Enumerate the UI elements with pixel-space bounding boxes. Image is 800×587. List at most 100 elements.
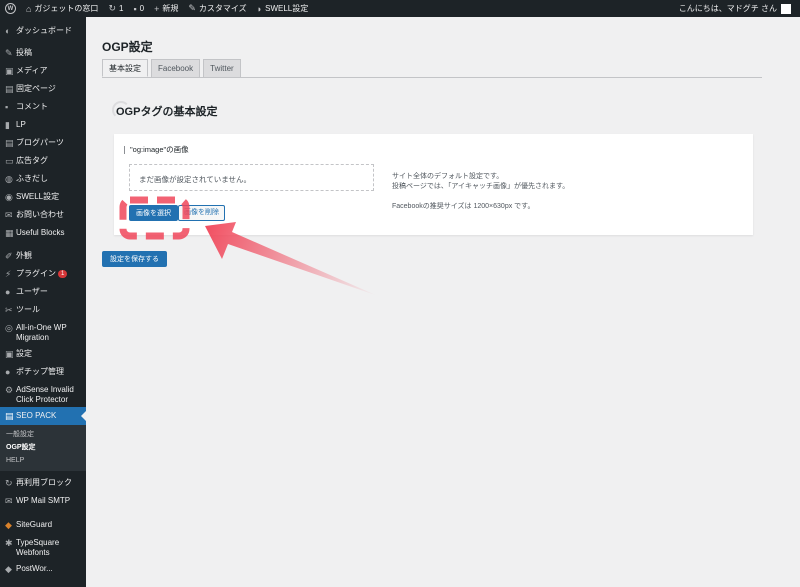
sidebar-item-posts[interactable]: ✎ 投稿 (0, 44, 86, 62)
sidebar-item-adsense[interactable]: ⚙ AdSense Invalid Click Protector (0, 381, 86, 407)
sidebar-item-label: All-in-One WP Migration (16, 323, 67, 342)
new-label: 新規 (162, 4, 179, 13)
sidebar-item-tools[interactable]: ✂ ツール (0, 301, 86, 319)
sidebar-item-label: PostWor... (16, 564, 53, 573)
sidebar-item-label: Useful Blocks (16, 228, 65, 237)
description-line: Facebookの推奨サイズは 1200×630px です。 (392, 203, 535, 210)
sidebar-item-label: 再利用ブロック (16, 478, 72, 487)
updates-icon: ↻ (108, 3, 116, 13)
lp-icon: ▮ (5, 120, 10, 130)
updates-count: 1 (118, 4, 124, 13)
sidebar-item-wp-mail-smtp[interactable]: ✉ WP Mail SMTP (0, 492, 86, 510)
sidebar-item-users[interactable]: ● ユーザー (0, 283, 86, 301)
plugin-update-badge: 1 (58, 269, 68, 278)
plugin-icon: ⚡ (5, 269, 12, 279)
sidebar-item-typesquare[interactable]: ✱ TypeSquare Webfonts (0, 534, 86, 560)
swell-settings-icon: ◉ (5, 192, 13, 202)
sidebar-item-label: WP Mail SMTP (16, 496, 71, 505)
og-image-panel: "og:image"の画像 まだ画像が設定されていません。 画像を選択 画像を削… (114, 134, 753, 235)
settings-icon: ▣ (5, 349, 14, 359)
swell-settings-menu[interactable]: ◗ SWELL設定 (252, 0, 314, 17)
mail-icon: ✉ (5, 496, 13, 506)
delete-image-button[interactable]: 画像を削除 (178, 205, 225, 221)
account-menu[interactable]: こんにちは、マドグチ さん (674, 0, 800, 17)
sidebar-item-label: コメント (16, 102, 48, 111)
sidebar-item-migration[interactable]: ◎ All-in-One WP Migration (0, 319, 86, 345)
pin-icon: ✎ (5, 48, 13, 58)
siteguard-icon: ◆ (5, 520, 12, 530)
sidebar-item-siteguard[interactable]: ◆ SiteGuard (0, 516, 86, 534)
tab-twitter[interactable]: Twitter (203, 59, 241, 77)
sidebar-item-lp[interactable]: ▮ LP (0, 116, 86, 134)
sidebar-item-seo-pack[interactable]: ▤ SEO PACK (0, 407, 86, 425)
sidebar-item-label: ユーザー (16, 287, 48, 296)
sidebar-item-label: 広告タグ (16, 156, 48, 165)
migration-icon: ◎ (5, 323, 13, 333)
sidebar-item-plugins[interactable]: ⚡ プラグイン 1 (0, 265, 86, 283)
wp-logo-menu[interactable]: W (0, 0, 21, 17)
balloon-icon: ◍ (5, 174, 13, 184)
users-icon: ● (5, 287, 11, 297)
sidebar-item-media[interactable]: ▣ メディア (0, 62, 86, 80)
sidebar-item-label: 固定ページ (16, 84, 56, 93)
plus-icon: + (154, 3, 160, 14)
sidebar-item-label: 外観 (16, 251, 32, 260)
sidebar-item-contact[interactable]: ✉ お問い合わせ (0, 206, 86, 224)
tab-facebook[interactable]: Facebook (151, 59, 201, 77)
greeting: こんにちは、マドグチ さん (678, 4, 777, 13)
swell-icon: ◗ (256, 3, 263, 14)
sidebar-item-appearance[interactable]: ✐ 外観 (0, 247, 86, 265)
select-image-button[interactable]: 画像を選択 (129, 205, 178, 221)
comments-menu[interactable]: ▪ 0 (128, 0, 149, 17)
avatar (781, 3, 791, 14)
blocks-icon: ▦ (5, 228, 14, 238)
sidebar-item-label: ダッシュボード (16, 26, 72, 35)
updates-menu[interactable]: ↻ 1 (103, 0, 128, 17)
sidebar-item-label: ポチップ管理 (16, 367, 64, 376)
submenu-help[interactable]: HELP (0, 454, 86, 467)
sidebar-item-settings[interactable]: ▣ 設定 (0, 345, 86, 363)
sidebar-item-blog-parts[interactable]: ▤ ブログパーツ (0, 134, 86, 152)
sidebar-item-swell-settings[interactable]: ◉ SWELL設定 (0, 188, 86, 206)
wordpress-logo-icon: W (5, 3, 16, 14)
description-line: 投稿ページでは、「アイキャッチ画像」が優先されます。 (392, 183, 570, 190)
new-content-menu[interactable]: + 新規 (149, 0, 183, 17)
pochipp-icon: ● (5, 367, 11, 377)
tab-divider (102, 77, 762, 78)
customize-menu[interactable]: ✎ カスタマイズ (183, 0, 251, 17)
sidebar-item-label: AdSense Invalid Click Protector (16, 385, 74, 404)
sidebar-item-postman[interactable]: ◆ PostWor... (0, 560, 86, 578)
customize-label: カスタマイズ (198, 4, 247, 13)
sidebar-item-useful-blocks[interactable]: ▦ Useful Blocks (0, 224, 86, 242)
sidebar-item-pochipp[interactable]: ● ポチップ管理 (0, 363, 86, 381)
home-icon: ⌂ (26, 3, 32, 14)
page-title: OGP設定 (102, 40, 153, 54)
og-image-label: "og:image"の画像 (124, 146, 189, 154)
sidebar-item-label: ツール (16, 305, 40, 314)
blog-parts-icon: ▤ (5, 138, 14, 148)
tab-basic[interactable]: 基本設定 (102, 59, 148, 77)
sidebar-item-dashboard[interactable]: ◐ ダッシュボード (0, 23, 86, 40)
annotation-overlay (119, 196, 378, 296)
sidebar-item-ad-tag[interactable]: ▭ 広告タグ (0, 152, 86, 170)
submenu-ogp[interactable]: OGP設定 (0, 441, 86, 454)
sidebar-item-comments[interactable]: ▪ コメント (0, 98, 86, 116)
sidebar-item-label: ふきだし (16, 174, 48, 183)
field-description: サイト全体のデフォルト設定です。 投稿ページでは、「アイキャッチ画像」が優先され… (392, 172, 569, 212)
sidebar-item-label: プラグイン (16, 269, 56, 278)
sidebar-item-pages[interactable]: ▤ 固定ページ (0, 80, 86, 98)
save-settings-button[interactable]: 設定を保存する (102, 251, 167, 267)
media-icon: ▣ (5, 66, 14, 76)
settings-tabs: 基本設定 Facebook Twitter (102, 59, 244, 77)
comments-count: 0 (139, 4, 145, 13)
site-name-menu[interactable]: ⌂ ガジェットの窓口 (21, 0, 103, 17)
submenu-general[interactable]: 一般設定 (0, 428, 86, 441)
section-title: OGPタグの基本設定 (116, 106, 218, 118)
sidebar-item-label: SWELL設定 (16, 192, 60, 201)
sidebar-item-reusable-blocks[interactable]: ↻ 再利用ブロック (0, 474, 86, 492)
sidebar-item-label: メディア (16, 66, 48, 75)
sidebar-item-balloon[interactable]: ◍ ふきだし (0, 170, 86, 188)
tools-icon: ✂ (5, 305, 13, 315)
sidebar-item-label: 設定 (16, 349, 32, 358)
sidebar-item-label: 投稿 (16, 48, 32, 57)
